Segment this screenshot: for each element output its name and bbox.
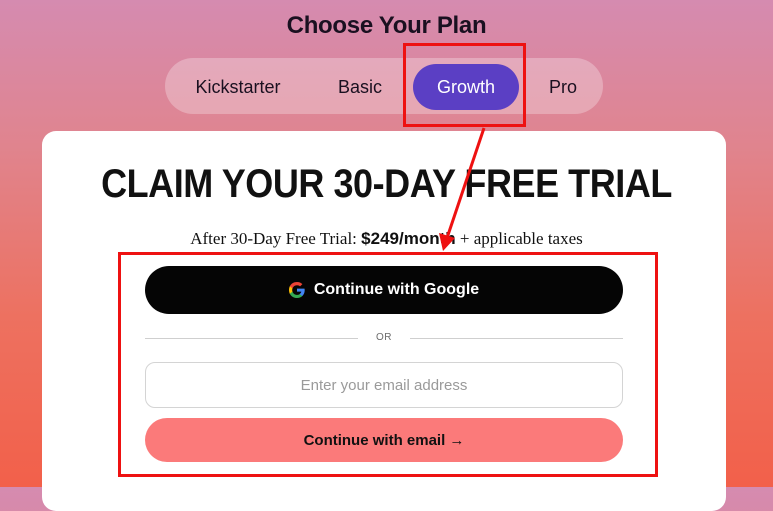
price-line: After 30-Day Free Trial: $249/month + ap…	[0, 229, 773, 249]
price-amount: $249/month	[361, 229, 456, 248]
google-icon	[288, 282, 305, 298]
page-title: Choose Your Plan	[286, 12, 487, 39]
google-button-label: Continue with Google	[313, 281, 480, 298]
divider-left	[145, 338, 358, 339]
tab-pro[interactable]: Pro	[535, 64, 591, 110]
divider-or: OR	[376, 332, 392, 343]
card-title: CLAIM YOUR 30-DAY FREE TRIAL	[101, 162, 672, 206]
plan-tabs: Kickstarter Basic Growth Pro	[165, 58, 603, 114]
tab-kickstarter[interactable]: Kickstarter	[179, 64, 297, 110]
continue-with-email-button[interactable]: Continue with email →	[145, 418, 623, 462]
tab-growth[interactable]: Growth	[413, 64, 519, 110]
price-suffix: + applicable taxes	[459, 229, 583, 248]
price-prefix: After 30-Day Free Trial:	[190, 229, 357, 248]
divider-right	[410, 338, 623, 339]
email-field[interactable]	[145, 362, 623, 408]
continue-with-google-button[interactable]: Continue with Google	[145, 266, 623, 314]
tab-basic[interactable]: Basic	[323, 64, 397, 110]
